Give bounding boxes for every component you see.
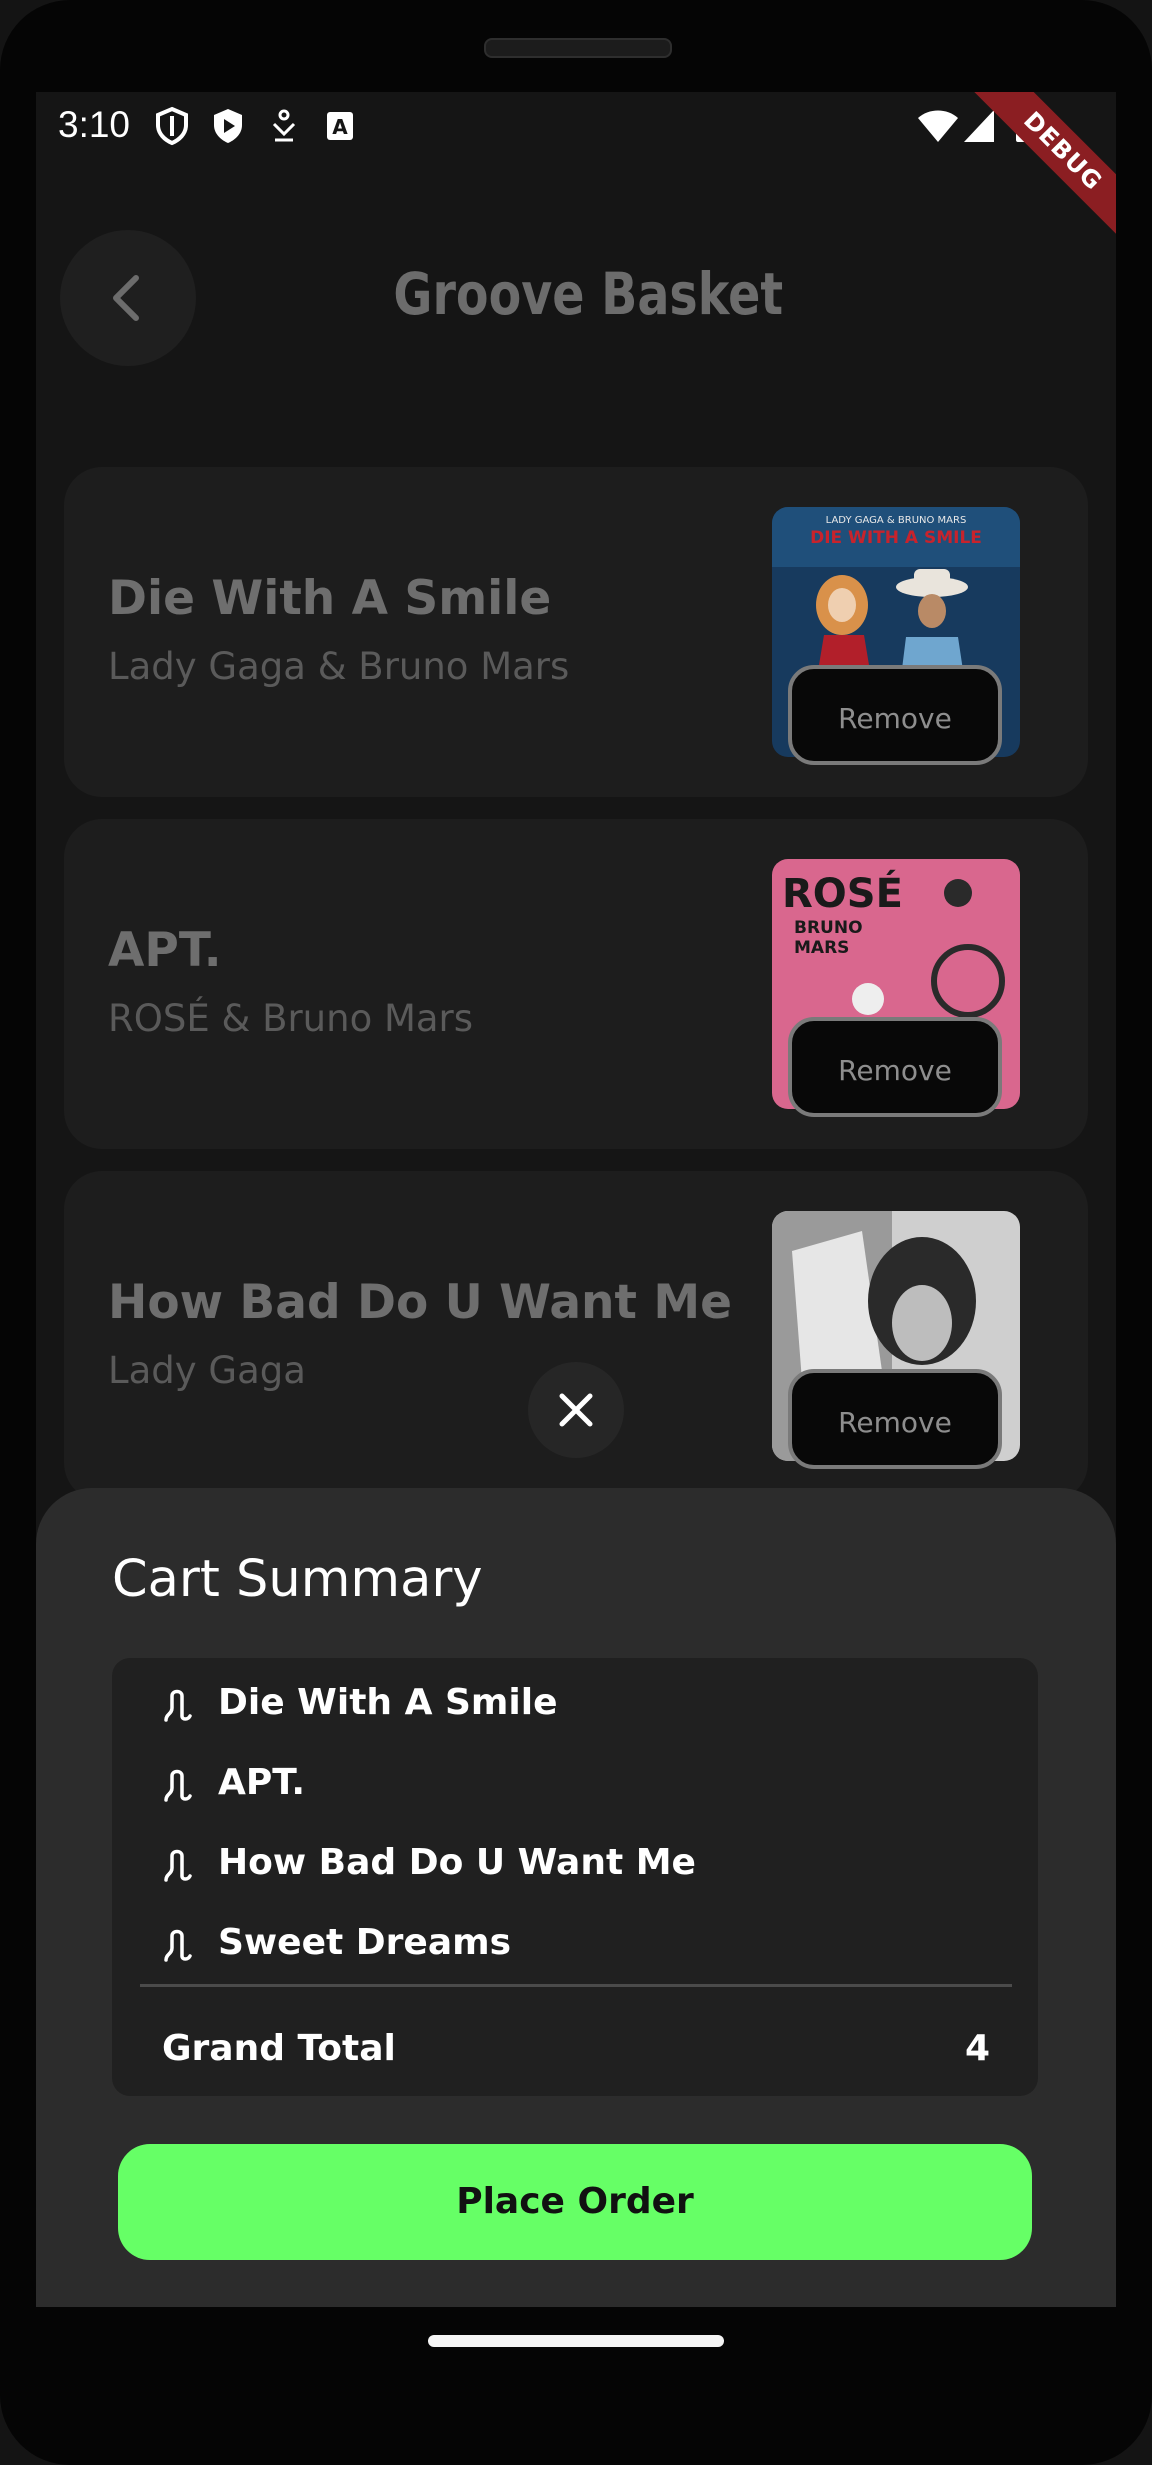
page-title: Groove Basket — [393, 260, 784, 328]
keyboard-a-icon: A — [327, 112, 353, 140]
music-note-icon — [164, 1849, 192, 1882]
close-icon — [559, 1393, 593, 1427]
song-artist: Lady Gaga & Bruno Mars — [108, 645, 570, 688]
device-frame: 3:10 A DEBUG Groove Basket Die With A Sm… — [0, 0, 1152, 2465]
shield-icon — [156, 106, 188, 146]
close-summary-button[interactable] — [528, 1362, 624, 1458]
remove-button[interactable]: Remove — [788, 1369, 1002, 1469]
download-icon — [272, 109, 296, 142]
summary-divider — [140, 1984, 1012, 1987]
svg-text:A: A — [332, 115, 348, 139]
svg-text:LADY GAGA & BRUNO MARS: LADY GAGA & BRUNO MARS — [826, 515, 967, 526]
svg-text:BRUNO: BRUNO — [794, 918, 863, 938]
place-order-button[interactable]: Place Order — [118, 2144, 1032, 2260]
svg-text:MARS: MARS — [794, 938, 849, 958]
status-time: 3:10 — [58, 104, 131, 145]
song-title: Die With A Smile — [108, 571, 552, 626]
sheet-title: Cart Summary — [112, 1550, 483, 1609]
wifi-icon — [918, 110, 958, 142]
cart-item-card: APT. ROSÉ & Bruno Mars ROSÉ BRUNO MARS R… — [64, 819, 1088, 1149]
song-title: APT. — [108, 923, 222, 978]
play-protect-icon — [214, 109, 242, 143]
svg-text:DIE WITH A SMILE: DIE WITH A SMILE — [810, 528, 982, 548]
grand-total-label: Grand Total — [162, 2028, 396, 2069]
earpiece-speaker — [484, 38, 672, 58]
app-screen: 3:10 A DEBUG Groove Basket Die With A Sm… — [36, 92, 1116, 2307]
cart-item-card: Die With A Smile Lady Gaga & Bruno Mars … — [64, 467, 1088, 797]
song-artist: Lady Gaga — [108, 1349, 306, 1392]
remove-button[interactable]: Remove — [788, 1017, 1002, 1117]
svg-text:ROSÉ: ROSÉ — [782, 869, 903, 917]
song-artist: ROSÉ & Bruno Mars — [108, 997, 474, 1040]
music-note-icon — [164, 1689, 192, 1722]
music-note-icon — [164, 1769, 192, 1802]
home-indicator[interactable] — [428, 2335, 724, 2347]
music-note-icon — [164, 1929, 192, 1962]
song-title: How Bad Do U Want Me — [108, 1275, 732, 1330]
remove-button[interactable]: Remove — [788, 665, 1002, 765]
grand-total-value: 4 — [964, 2028, 990, 2069]
cart-summary-sheet: Cart Summary Die With A Smile APT. How B… — [36, 1488, 1116, 2307]
status-bar: 3:10 A DEBUG — [36, 92, 1116, 248]
summary-list: Die With A Smile APT. How Bad Do U Want … — [112, 1658, 1038, 2096]
